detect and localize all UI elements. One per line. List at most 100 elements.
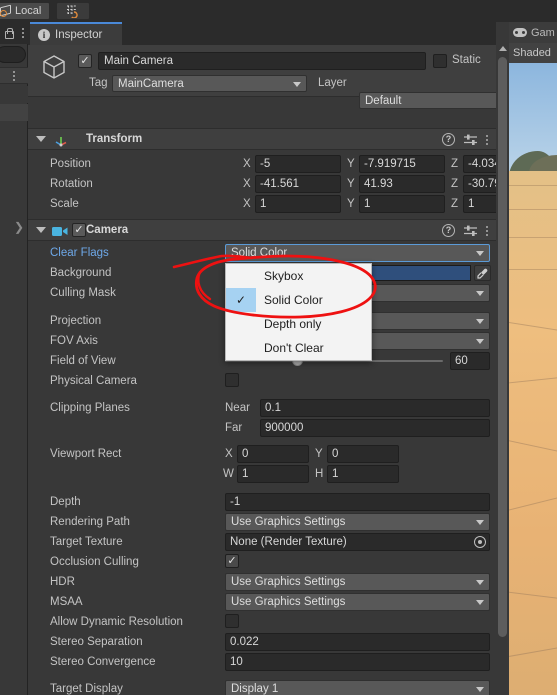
hierarchy-row[interactable]	[0, 86, 28, 103]
scene-view-preview[interactable]	[509, 63, 557, 695]
row-clipping-planes-far: Far 900000	[28, 419, 496, 439]
rotation-z-input[interactable]: -30.79	[463, 175, 496, 193]
clear-flags-dropdown[interactable]: Solid Color	[225, 244, 490, 262]
viewport-x-input[interactable]: 0	[237, 445, 309, 463]
stereo-convergence-label: Stereo Convergence	[50, 656, 156, 668]
scale-z-input[interactable]: 1	[463, 195, 496, 213]
target-texture-label: Target Texture	[50, 536, 123, 548]
menu-item-depth-only[interactable]: Depth only	[226, 312, 371, 336]
chevron-right-icon[interactable]: ❯	[14, 220, 24, 234]
field-of-view-input[interactable]: 60	[450, 352, 490, 370]
tab-game-label: Gam	[531, 26, 555, 39]
eyedropper-icon[interactable]	[474, 265, 491, 281]
pivot-local-icon	[0, 5, 12, 17]
menu-item-solid-color-label: Solid Color	[264, 293, 323, 307]
axis-label-x: X	[243, 178, 251, 190]
cube-icon	[40, 53, 68, 81]
component-header-camera[interactable]: ✓ Camera ?	[28, 219, 496, 241]
row-clipping-planes-near: Clipping Planes Near 0.1	[28, 399, 496, 419]
camera-enabled-checkbox[interactable]: ✓	[72, 223, 86, 237]
hierarchy-search-input[interactable]	[0, 46, 26, 63]
scene-game-panel: Gam Shaded	[509, 0, 557, 695]
gameobject-name-input[interactable]: Main Camera	[98, 52, 426, 70]
preset-sliders-icon[interactable]	[464, 225, 477, 237]
viewport-y-input[interactable]: 0	[327, 445, 399, 463]
hdr-dropdown[interactable]: Use Graphics Settings	[225, 573, 490, 591]
scale-x-input[interactable]: 1	[255, 195, 341, 213]
component-header-transform[interactable]: Transform ?	[28, 128, 496, 150]
tag-dropdown-value: MainCamera	[118, 77, 184, 90]
kebab-menu-icon[interactable]	[13, 70, 15, 81]
target-texture-objectfield[interactable]: None (Render Texture)	[225, 533, 490, 551]
position-y-input[interactable]: -7.919715	[359, 155, 445, 173]
physical-camera-checkbox[interactable]	[225, 373, 239, 387]
chevron-down-icon	[293, 81, 301, 87]
pivot-rotation-toggle[interactable]: Local	[0, 2, 50, 20]
layer-dropdown[interactable]: Default	[359, 92, 496, 109]
chevron-down-icon	[476, 251, 484, 256]
kebab-menu-icon[interactable]	[22, 28, 24, 38]
depth-label: Depth	[50, 496, 81, 508]
chevron-down-icon	[476, 291, 484, 296]
grid-snap-button[interactable]	[56, 2, 90, 20]
foldout-arrow-icon[interactable]	[36, 136, 46, 142]
draw-mode-dropdown[interactable]: Shaded	[509, 43, 557, 63]
position-label: Position	[50, 158, 91, 170]
menu-item-solid-color[interactable]: ✓ Solid Color	[226, 288, 371, 312]
tab-inspector[interactable]: i Inspector	[30, 22, 122, 45]
gameobject-enabled-checkbox[interactable]: ✓	[78, 54, 92, 68]
inspector-scrollbar[interactable]	[496, 45, 509, 695]
allow-dynamic-resolution-checkbox[interactable]	[225, 614, 239, 628]
clipping-far-input[interactable]: 900000	[260, 419, 490, 437]
help-icon[interactable]: ?	[442, 224, 455, 237]
target-display-dropdown[interactable]: Display 1	[225, 680, 490, 695]
scroll-up-arrow-icon[interactable]	[499, 46, 507, 51]
foldout-arrow-icon[interactable]	[36, 227, 46, 233]
tab-inspector-label: Inspector	[55, 28, 103, 41]
object-picker-icon[interactable]	[474, 536, 486, 548]
clipping-planes-label: Clipping Planes	[50, 402, 130, 414]
help-icon[interactable]: ?	[442, 133, 455, 146]
transform-row-position: Position X -5 Y -7.919715 Z -4.034616	[28, 155, 496, 175]
msaa-value: Use Graphics Settings	[231, 596, 346, 608]
hierarchy-row-selected[interactable]	[0, 104, 28, 121]
msaa-dropdown[interactable]: Use Graphics Settings	[225, 593, 490, 611]
kebab-menu-icon[interactable]	[486, 225, 488, 236]
rendering-path-dropdown[interactable]: Use Graphics Settings	[225, 513, 490, 531]
stereo-convergence-input[interactable]: 10	[225, 653, 490, 671]
layer-label: Layer	[318, 77, 347, 89]
scrollbar-thumb[interactable]	[498, 57, 507, 637]
lock-icon[interactable]	[4, 28, 14, 39]
stereo-separation-input[interactable]: 0.022	[225, 633, 490, 651]
scale-y-input[interactable]: 1	[359, 195, 445, 213]
static-checkbox[interactable]	[433, 54, 447, 68]
clear-flags-popup-menu[interactable]: Skybox ✓ Solid Color Depth only Don't Cl…	[225, 263, 372, 361]
inspector-panel: i Inspector ✓ Main Camera Static Tag Mai…	[28, 22, 496, 695]
clipping-near-input[interactable]: 0.1	[260, 399, 490, 417]
check-icon: ✓	[226, 288, 256, 312]
rotation-x-input[interactable]: -41.561	[255, 175, 341, 193]
rotation-label: Rotation	[50, 178, 93, 190]
tag-dropdown[interactable]: MainCamera	[112, 75, 307, 92]
row-stereo-convergence: Stereo Convergence 10	[28, 653, 496, 673]
position-z-input[interactable]: -4.034616	[463, 155, 496, 173]
tab-game[interactable]: Gam	[509, 22, 557, 43]
kebab-menu-icon[interactable]	[486, 134, 488, 145]
menu-item-dont-clear[interactable]: Don't Clear	[226, 336, 371, 360]
transform-row-rotation: Rotation X -41.561 Y 41.93 Z -30.79	[28, 175, 496, 195]
field-of-view-label: Field of View	[50, 355, 116, 367]
viewport-h-input[interactable]: 1	[327, 465, 399, 483]
scale-label: Scale	[50, 198, 79, 210]
occlusion-culling-checkbox[interactable]: ✓	[225, 554, 239, 568]
axis-label-z: Z	[451, 178, 459, 190]
rotation-y-input[interactable]: 41.93	[359, 175, 445, 193]
position-x-input[interactable]: -5	[255, 155, 341, 173]
viewport-w-input[interactable]: 1	[237, 465, 309, 483]
depth-input[interactable]: -1	[225, 493, 490, 511]
menu-item-skybox[interactable]: Skybox	[226, 264, 371, 288]
axis-label-y: Y	[347, 158, 355, 170]
viewport-y-label: Y	[315, 448, 323, 460]
hierarchy-row-header[interactable]	[0, 67, 28, 84]
preset-sliders-icon[interactable]	[464, 134, 477, 146]
tag-label: Tag	[89, 77, 108, 89]
